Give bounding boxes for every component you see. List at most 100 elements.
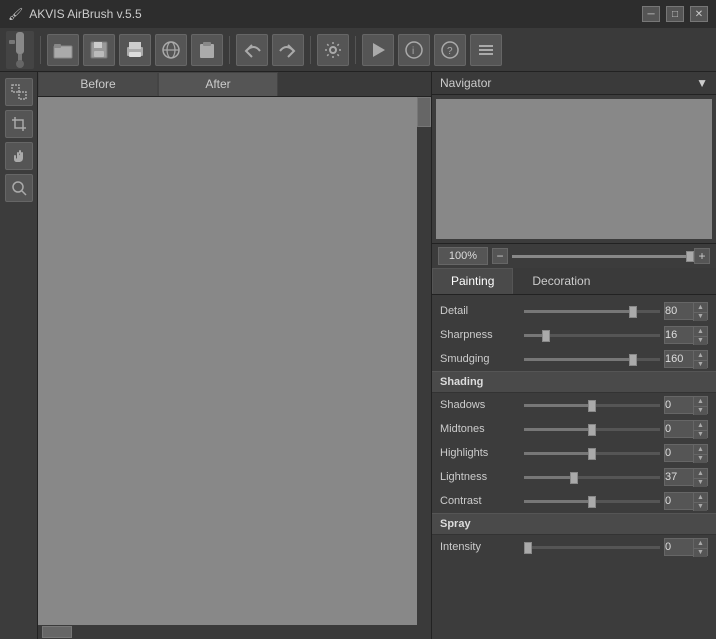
separator-4: [355, 36, 356, 64]
contrast-down[interactable]: ▼: [694, 503, 707, 512]
detail-slider[interactable]: [524, 304, 660, 318]
highlights-value[interactable]: 0 ▲ ▼: [664, 444, 708, 462]
save-button[interactable]: [83, 34, 115, 66]
horizontal-scrollbar[interactable]: [38, 625, 431, 639]
crop-tool[interactable]: [5, 110, 33, 138]
settings-button[interactable]: [317, 34, 349, 66]
shadows-spinners: ▲ ▼: [693, 397, 707, 415]
menu-button[interactable]: [470, 34, 502, 66]
highlights-row: Highlights 0 ▲ ▼: [432, 441, 716, 465]
lightness-fill: [524, 476, 574, 479]
web-button[interactable]: [155, 34, 187, 66]
maximize-button[interactable]: □: [666, 6, 684, 22]
smudging-thumb[interactable]: [629, 354, 637, 366]
lightness-up[interactable]: ▲: [694, 469, 707, 479]
intensity-down[interactable]: ▼: [694, 549, 707, 558]
highlights-label: Highlights: [440, 447, 520, 459]
close-button[interactable]: ✕: [690, 6, 708, 22]
highlights-thumb[interactable]: [588, 448, 596, 460]
help-button[interactable]: ?: [434, 34, 466, 66]
contrast-value[interactable]: 0 ▲ ▼: [664, 492, 708, 510]
smudging-slider[interactable]: [524, 352, 660, 366]
info-button[interactable]: i: [398, 34, 430, 66]
intensity-spinners: ▲ ▼: [693, 539, 707, 557]
shadows-thumb[interactable]: [588, 400, 596, 412]
detail-up[interactable]: ▲: [694, 303, 707, 313]
contrast-up[interactable]: ▲: [694, 493, 707, 503]
hand-tool[interactable]: [5, 142, 33, 170]
contrast-thumb[interactable]: [588, 496, 596, 508]
play-button[interactable]: [362, 34, 394, 66]
lightness-thumb[interactable]: [570, 472, 578, 484]
intensity-value[interactable]: 0 ▲ ▼: [664, 538, 708, 556]
detail-spinners: ▲ ▼: [693, 303, 707, 321]
shadows-slider[interactable]: [524, 398, 660, 412]
zoom-tool[interactable]: [5, 174, 33, 202]
title-bar: 🖌 AKVIS AirBrush v.5.5 ─ □ ✕: [0, 0, 716, 28]
open-button[interactable]: [47, 34, 79, 66]
midtones-up[interactable]: ▲: [694, 421, 707, 431]
intensity-slider[interactable]: [524, 540, 660, 554]
lightness-slider[interactable]: [524, 470, 660, 484]
sharpness-thumb[interactable]: [542, 330, 550, 342]
smudging-down[interactable]: ▼: [694, 361, 707, 370]
smudging-track: [524, 358, 660, 361]
intensity-thumb[interactable]: [524, 542, 532, 554]
tab-after[interactable]: After: [158, 72, 278, 96]
main-layout: Before After Navigator ▼ −: [0, 72, 716, 639]
tab-decoration[interactable]: Decoration: [513, 268, 609, 294]
horizontal-scrollbar-thumb[interactable]: [42, 626, 72, 638]
shadows-fill: [524, 404, 592, 407]
zoom-in-button[interactable]: +: [694, 248, 710, 264]
undo-button[interactable]: [236, 34, 268, 66]
midtones-label: Midtones: [440, 423, 520, 435]
minimize-button[interactable]: ─: [642, 6, 660, 22]
lightness-down[interactable]: ▼: [694, 479, 707, 488]
zoom-out-button[interactable]: −: [492, 248, 508, 264]
detail-down[interactable]: ▼: [694, 313, 707, 322]
highlights-down[interactable]: ▼: [694, 455, 707, 464]
smudging-value[interactable]: 160 ▲ ▼: [664, 350, 708, 368]
shadows-up[interactable]: ▲: [694, 397, 707, 407]
sharpness-slider[interactable]: [524, 328, 660, 342]
midtones-value[interactable]: 0 ▲ ▼: [664, 420, 708, 438]
sharpness-down[interactable]: ▼: [694, 337, 707, 346]
vertical-scrollbar-thumb[interactable]: [417, 97, 431, 127]
detail-thumb[interactable]: [629, 306, 637, 318]
contrast-fill: [524, 500, 592, 503]
svg-text:i: i: [412, 46, 414, 57]
highlights-spinners: ▲ ▼: [693, 445, 707, 463]
midtones-slider[interactable]: [524, 422, 660, 436]
highlights-up[interactable]: ▲: [694, 445, 707, 455]
zoom-slider[interactable]: [512, 255, 690, 258]
redo-button[interactable]: [272, 34, 304, 66]
clipboard-button[interactable]: [191, 34, 223, 66]
shadows-down[interactable]: ▼: [694, 407, 707, 416]
sharpness-spinners: ▲ ▼: [693, 327, 707, 345]
highlights-slider[interactable]: [524, 446, 660, 460]
title-bar-controls: ─ □ ✕: [642, 6, 708, 22]
shadows-value[interactable]: 0 ▲ ▼: [664, 396, 708, 414]
lightness-value[interactable]: 37 ▲ ▼: [664, 468, 708, 486]
canvas-content: [38, 97, 431, 625]
contrast-slider[interactable]: [524, 494, 660, 508]
tab-painting[interactable]: Painting: [432, 268, 513, 294]
sharpness-value[interactable]: 16 ▲ ▼: [664, 326, 708, 344]
intensity-up[interactable]: ▲: [694, 539, 707, 549]
panel-content: Detail 80 ▲ ▼ Sharpness: [432, 295, 716, 639]
navigator-dropdown-icon[interactable]: ▼: [696, 76, 708, 90]
airbrush-icon[interactable]: [6, 31, 34, 69]
smudging-up[interactable]: ▲: [694, 351, 707, 361]
sharpness-up[interactable]: ▲: [694, 327, 707, 337]
highlights-fill: [524, 452, 592, 455]
left-sidebar: [0, 72, 38, 639]
midtones-down[interactable]: ▼: [694, 431, 707, 440]
zoom-input[interactable]: [438, 247, 488, 265]
intensity-track: [524, 546, 660, 549]
midtones-thumb[interactable]: [588, 424, 596, 436]
print-button[interactable]: [119, 34, 151, 66]
selection-tool[interactable]: [5, 78, 33, 106]
detail-value[interactable]: 80 ▲ ▼: [664, 302, 708, 320]
tab-before[interactable]: Before: [38, 72, 158, 96]
vertical-scrollbar[interactable]: [417, 97, 431, 625]
